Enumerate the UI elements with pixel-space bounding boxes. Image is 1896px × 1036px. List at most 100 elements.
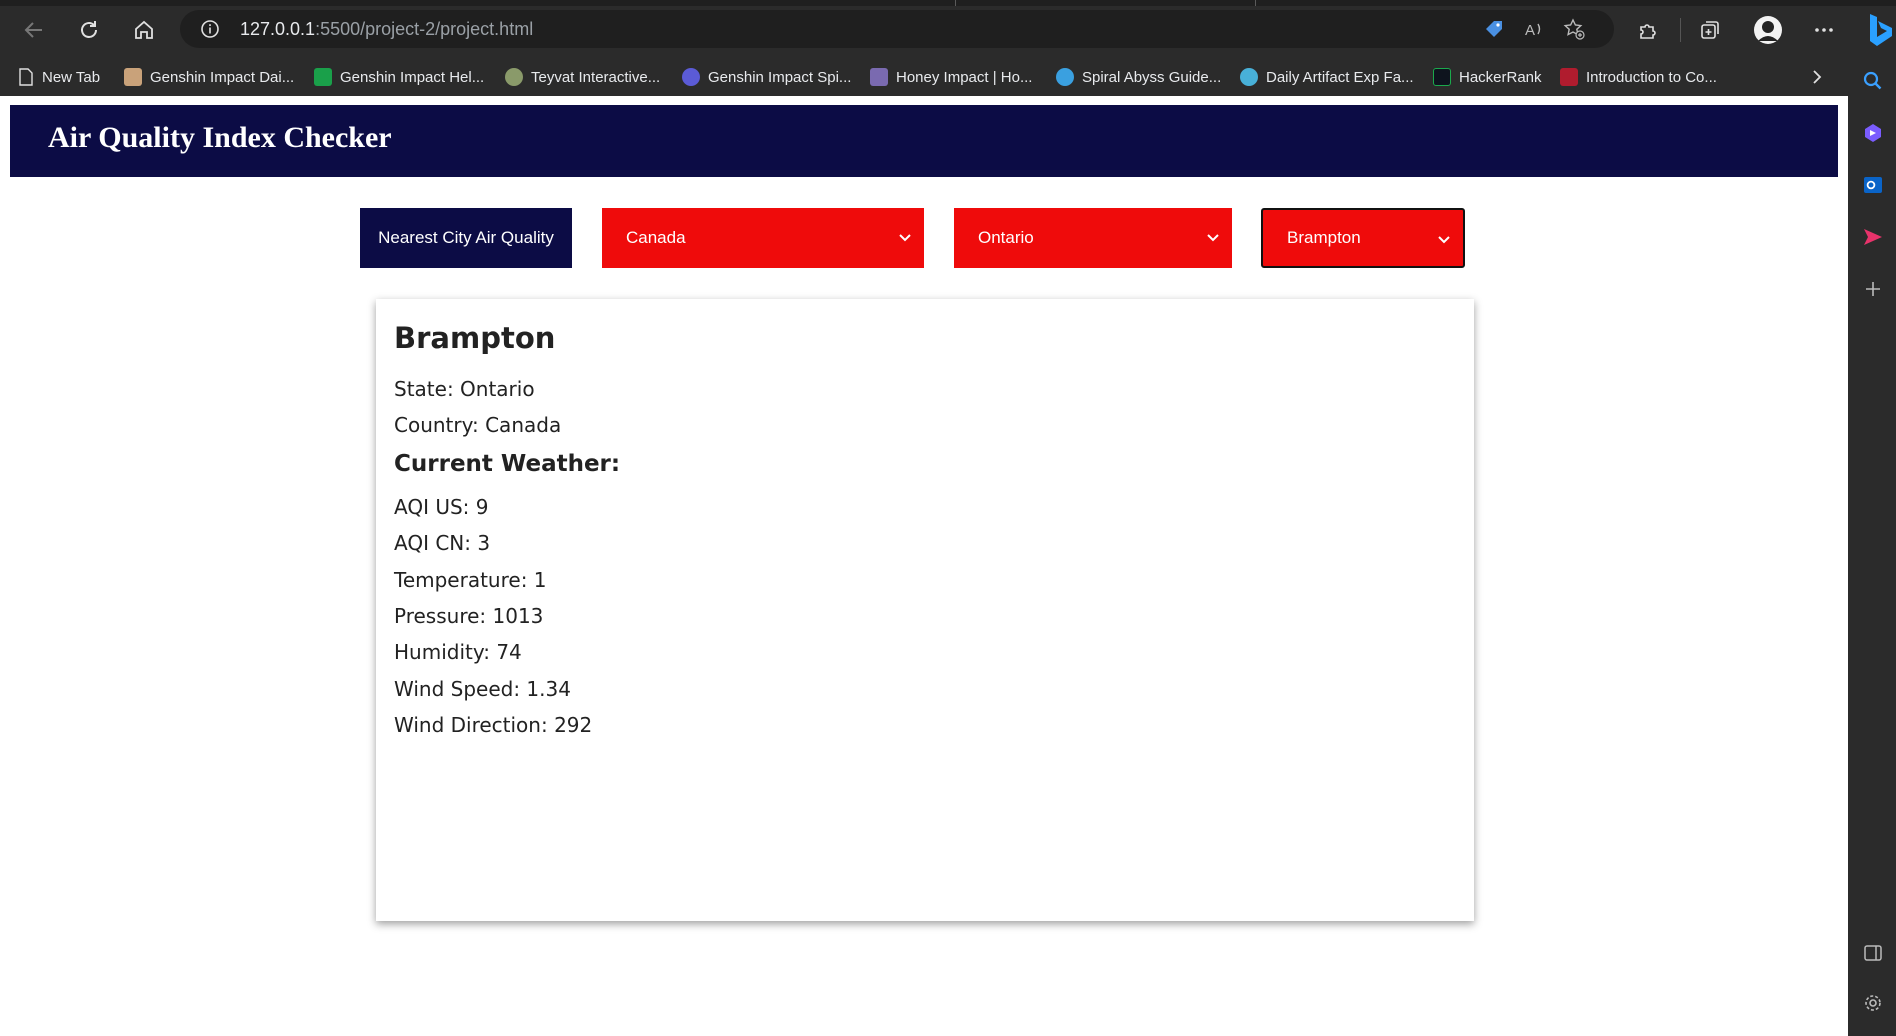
site-header: Air Quality Index Checker — [10, 105, 1838, 177]
refresh-button[interactable] — [71, 12, 107, 48]
teyvat-favicon — [505, 68, 523, 86]
honey-impact-favicon — [870, 68, 888, 86]
page-icon — [19, 68, 33, 86]
result-humidity: Humidity: 74 — [394, 640, 522, 664]
result-state: State: Ontario — [394, 377, 535, 401]
url-path: :5500/project-2/project.html — [315, 19, 534, 39]
bookmark-label: HackerRank — [1459, 68, 1542, 86]
bookmark-label: Honey Impact | Ho... — [896, 68, 1033, 86]
air-quality-result-card: Brampton State: Ontario Country: Canada … — [376, 299, 1474, 921]
refresh-icon — [81, 21, 97, 38]
result-pressure: Pressure: 1013 — [394, 604, 544, 628]
profile-button[interactable] — [1750, 12, 1786, 48]
shopping-tag-icon[interactable] — [1482, 17, 1506, 41]
url-text[interactable]: 127.0.0.1:5500/project-2/project.html — [240, 19, 533, 40]
result-wind-direction: Wind Direction: 292 — [394, 713, 593, 737]
puzzle-icon — [1640, 24, 1656, 39]
tab-strip-edge — [0, 0, 1896, 6]
more-menu-button[interactable] — [1806, 12, 1842, 48]
bookmark-label: Spiral Abyss Guide... — [1082, 68, 1222, 86]
abyss-guide-favicon — [1056, 68, 1074, 86]
bookmark-label: Genshin Impact Spi... — [708, 68, 852, 86]
url-host: 127.0.0.1 — [240, 19, 316, 39]
extensions-button[interactable] — [1630, 12, 1666, 48]
sidebar-send-button[interactable] — [1858, 222, 1888, 252]
country-select-value: Canada — [626, 228, 686, 247]
result-city-name: Brampton — [394, 321, 556, 355]
sidebar-panel-icon — [1864, 945, 1882, 961]
chevron-down-icon — [1438, 236, 1450, 244]
state-select[interactable]: Ontario — [954, 208, 1232, 268]
sidebar-search-button[interactable] — [1858, 66, 1888, 96]
gear-icon — [1865, 995, 1881, 1011]
result-country: Country: Canada — [394, 413, 562, 437]
add-favorite-icon[interactable] — [1562, 17, 1586, 41]
bookmarks-bar: New Tab Genshin Impact Dai... Genshin Im… — [0, 58, 1848, 96]
nearest-city-button-label: Nearest City Air Quality — [378, 228, 554, 247]
home-button[interactable] — [126, 12, 162, 48]
hackerrank-favicon — [1433, 68, 1451, 86]
site-info-icon[interactable] — [200, 19, 220, 39]
bookmark-teyvat-map[interactable]: Teyvat Interactive... — [505, 65, 660, 89]
bookmark-label: Genshin Impact Hel... — [340, 68, 485, 86]
plus-icon — [1866, 282, 1880, 296]
bookmark-genshin-spiral[interactable]: Genshin Impact Spi... — [682, 65, 851, 89]
send-icon — [1864, 229, 1882, 245]
sidebar-copilot-button[interactable] — [1858, 118, 1888, 148]
bing-icon — [1870, 14, 1892, 46]
bookmark-spiral-abyss-guide[interactable]: Spiral Abyss Guide... — [1056, 65, 1221, 89]
copilot-icon — [1865, 124, 1881, 142]
bookmark-genshin-daily[interactable]: Genshin Impact Dai... — [124, 65, 294, 89]
bookmark-mit-ocw[interactable]: Introduction to Co... — [1560, 65, 1717, 89]
outlook-icon — [1864, 177, 1882, 193]
browser-toolbar: 127.0.0.1:5500/project-2/project.html A — [0, 0, 1896, 58]
copilot-button[interactable] — [1862, 8, 1896, 50]
bookmark-new-tab[interactable]: New Tab — [18, 65, 100, 89]
spiral-favicon — [682, 68, 700, 86]
home-icon — [135, 20, 153, 39]
sidebar-collapse-button[interactable] — [1858, 938, 1888, 968]
chevron-down-icon — [899, 234, 911, 242]
nearest-city-button[interactable]: Nearest City Air Quality — [360, 208, 572, 268]
avatar — [1754, 16, 1782, 44]
bookmark-artifact-exp[interactable]: Daily Artifact Exp Fa... — [1240, 65, 1414, 89]
sidebar-settings-button[interactable] — [1858, 988, 1888, 1018]
back-arrow-icon — [24, 22, 42, 38]
chevron-down-icon — [1207, 234, 1219, 242]
result-aqi-us: AQI US: 9 — [394, 495, 489, 519]
bookmark-hackerrank[interactable]: HackerRank — [1433, 65, 1542, 89]
genshin-daily-favicon — [124, 68, 142, 86]
bookmark-honey-impact[interactable]: Honey Impact | Ho... — [870, 65, 1032, 89]
read-aloud-icon[interactable]: A — [1522, 17, 1546, 41]
address-bar[interactable]: 127.0.0.1:5500/project-2/project.html A — [180, 10, 1614, 48]
artifact-exp-favicon — [1240, 68, 1258, 86]
svg-text:A: A — [1525, 22, 1535, 39]
back-button[interactable] — [16, 12, 52, 48]
state-select-value: Ontario — [978, 228, 1034, 247]
city-select-value: Brampton — [1287, 228, 1361, 247]
bookmark-label: New Tab — [42, 68, 101, 86]
chevron-right-icon — [1813, 70, 1822, 84]
mit-ocw-favicon — [1560, 68, 1578, 86]
sidebar-add-button[interactable] — [1858, 274, 1888, 304]
weather-heading: Current Weather: — [394, 451, 621, 477]
bookmark-genshin-helper[interactable]: Genshin Impact Hel... — [314, 65, 484, 89]
bookmark-label: Genshin Impact Dai... — [150, 68, 295, 86]
bookmark-label: Introduction to Co... — [1586, 68, 1717, 86]
bookmarks-overflow-button[interactable] — [1805, 65, 1829, 89]
page-viewport: Air Quality Index Checker Nearest City A… — [0, 96, 1848, 1036]
collections-icon — [1701, 21, 1719, 39]
result-temperature: Temperature: 1 — [394, 568, 547, 592]
sidebar-outlook-button[interactable] — [1858, 170, 1888, 200]
collections-button[interactable] — [1692, 12, 1728, 48]
country-select[interactable]: Canada — [602, 208, 924, 268]
result-aqi-cn: AQI CN: 3 — [394, 531, 491, 555]
sheets-plus-favicon — [314, 68, 332, 86]
edge-sidebar — [1848, 58, 1896, 1036]
search-icon — [1863, 71, 1882, 90]
city-select[interactable]: Brampton — [1261, 208, 1465, 268]
ellipsis-icon — [1815, 28, 1833, 32]
page-title: Air Quality Index Checker — [48, 121, 392, 154]
toolbar-divider — [1680, 18, 1681, 42]
result-wind-speed: Wind Speed: 1.34 — [394, 677, 571, 701]
